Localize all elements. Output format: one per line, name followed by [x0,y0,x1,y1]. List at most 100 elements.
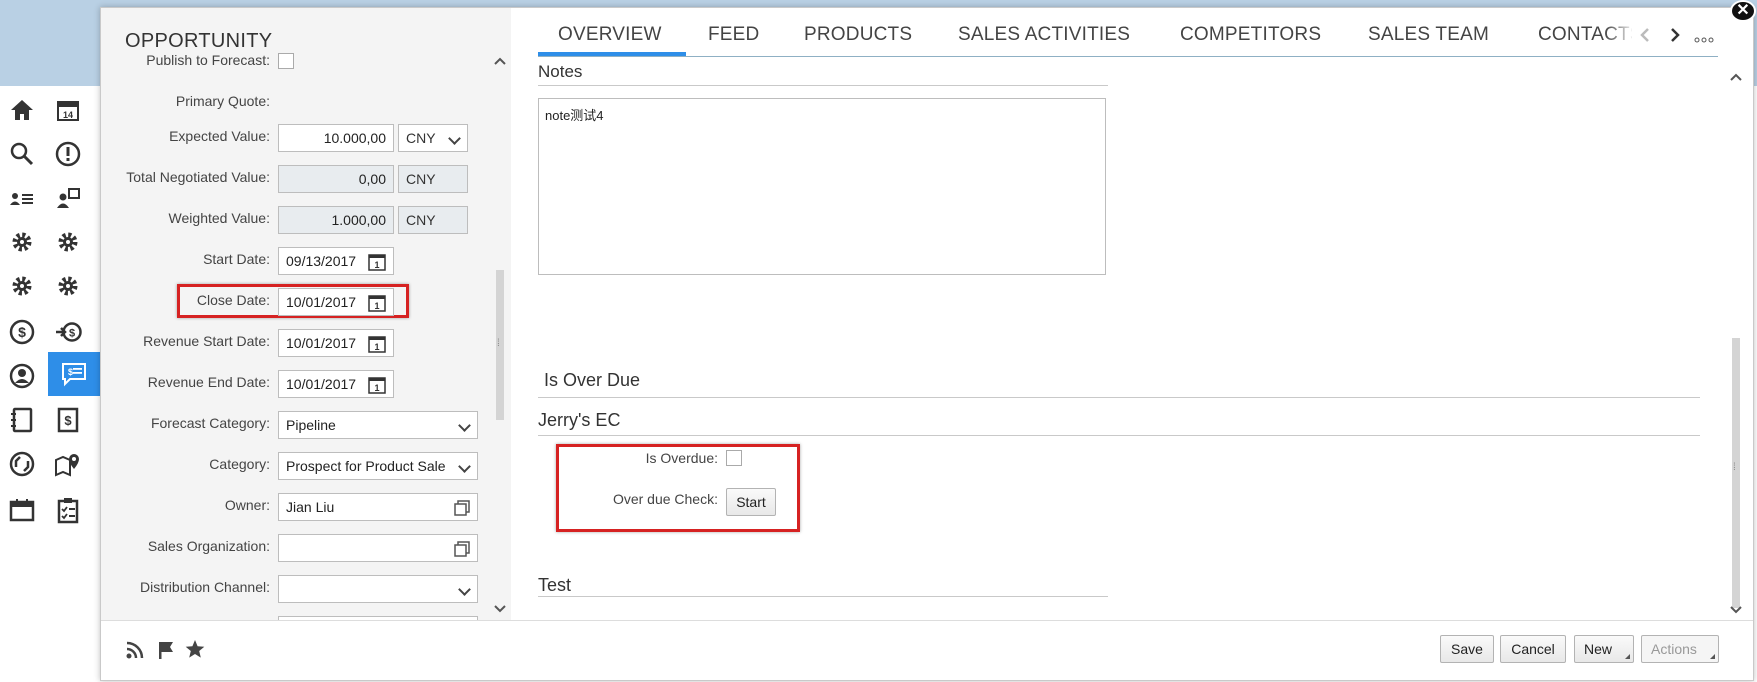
publish-to-forecast-label: Publish to Forecast: [146,52,270,68]
is-over-due-divider [538,397,1700,398]
jerrys-ec-section-title: Jerry's EC [538,410,621,430]
gear-icon[interactable] [2,222,42,262]
total-negotiated-value-currency: CNY [398,165,468,193]
calendar-icon[interactable]: 14 [48,90,88,130]
over-due-check-label: Over due Check: [612,491,718,507]
menu-corner-icon [1625,654,1630,659]
category-select[interactable]: Prospect for Product Sale [278,452,478,480]
close-date-input[interactable]: 10/01/2017 1 [278,288,394,316]
tab-sales-team[interactable]: SALES TEAM [1368,24,1489,46]
scrollbar-grip-icon: ⁞ [497,338,500,349]
tab-competitors[interactable]: COMPETITORS [1180,24,1321,46]
tab-overview[interactable]: OVERVIEW [558,24,662,46]
transfer-dollar-icon[interactable]: $ [48,312,88,352]
star-icon[interactable] [184,638,206,660]
close-date-value: 10/01/2017 [286,294,357,310]
distribution-channel-select[interactable] [278,575,478,603]
home-icon[interactable] [2,90,42,130]
accounts-icon[interactable] [48,178,88,218]
scroll-up-icon[interactable] [493,56,507,66]
expected-value-label: Expected Value: [169,128,270,144]
publish-to-forecast-checkbox[interactable] [278,53,294,69]
expected-value-input[interactable]: 10.000,00 [278,124,394,152]
tab-products[interactable]: PRODUCTS [804,24,912,46]
gear-icon[interactable] [2,266,42,306]
active-tab-indicator [538,52,686,56]
left-navigation-bar: 14 $ $ $ $ [0,86,100,682]
chevron-down-icon [458,583,471,596]
actions-button-label: Actions [1651,641,1697,657]
category-label: Category: [209,456,270,472]
owner-value: Jian Liu [286,499,335,515]
chevron-down-icon [448,132,461,145]
weighted-value-field: 1.000,00 [278,206,394,234]
notebook-icon[interactable] [2,400,42,440]
owner-label: Owner: [224,497,270,513]
owner-input[interactable]: Jian Liu [278,493,478,521]
dollar-icon[interactable]: $ [2,312,42,352]
lookup-icon[interactable] [453,499,471,517]
forecast-category-value: Pipeline [286,417,336,433]
revenue-end-date-input[interactable]: 10/01/2017 1 [278,370,394,398]
tab-overflow-fade [1605,20,1635,54]
currency-value: CNY [406,130,436,146]
actions-button[interactable]: Actions [1641,635,1719,663]
scroll-up-icon[interactable] [1729,72,1743,82]
calendar-plain-icon[interactable] [2,490,42,530]
cycle-icon[interactable] [2,444,42,484]
total-negotiated-value-label: Total Negotiated Value: [126,169,270,185]
calendar-picker-icon[interactable]: 1 [367,293,387,313]
chevron-down-icon [458,419,471,432]
person-icon[interactable] [2,356,42,396]
scrollbar-grip-icon: ⁞ [1733,462,1736,473]
revenue-start-date-input[interactable]: 10/01/2017 1 [278,329,394,357]
close-icon[interactable]: ✕ [1730,0,1756,22]
svg-text:$: $ [64,413,72,428]
forecast-category-label: Forecast Category: [150,415,270,431]
revenue-end-date-label: Revenue End Date: [147,374,270,390]
cancel-button[interactable]: Cancel [1500,635,1566,663]
jerrys-ec-divider [538,435,1700,436]
chevron-right-icon[interactable] [1668,26,1682,44]
notes-title-clip: Notes [538,57,1108,83]
gear-icon[interactable] [48,222,88,262]
sales-organization-input[interactable] [278,534,478,562]
gear-icon[interactable] [48,266,88,306]
map-pin-icon[interactable] [48,444,88,484]
calendar-picker-icon[interactable]: 1 [367,375,387,395]
rss-feed-icon[interactable] [124,639,146,661]
start-button[interactable]: Start [726,488,776,516]
notes-textarea[interactable]: note测试4 [538,98,1106,275]
more-icon[interactable] [1694,36,1714,44]
contacts-list-icon[interactable] [2,178,42,218]
alert-icon[interactable] [48,134,88,174]
svg-text:14: 14 [63,110,73,120]
start-date-value: 09/13/2017 [286,253,357,269]
flag-icon[interactable] [155,639,177,661]
revenue-start-date-label: Revenue Start Date: [143,333,270,349]
chevron-down-icon [458,460,471,473]
search-icon[interactable] [2,134,42,174]
invoice-icon[interactable]: $ [48,400,88,440]
lookup-icon[interactable] [453,540,471,558]
svg-text:$: $ [69,328,75,340]
save-button[interactable]: Save [1440,635,1494,663]
is-overdue-label: Is Overdue: [645,450,718,466]
calendar-picker-icon[interactable]: 1 [367,252,387,272]
chevron-left-icon[interactable] [1638,26,1652,44]
start-date-input[interactable]: 09/13/2017 1 [278,247,394,275]
tab-feed[interactable]: FEED [708,24,759,46]
tab-sales-activities[interactable]: SALES ACTIVITIES [958,24,1130,46]
primary-quote-label: Primary Quote: [175,93,270,109]
scroll-down-icon[interactable] [493,604,507,614]
category-value: Prospect for Product Sale [286,458,446,474]
forecast-category-select[interactable]: Pipeline [278,411,478,439]
calendar-picker-icon[interactable]: 1 [367,334,387,354]
is-overdue-checkbox[interactable] [726,450,742,466]
new-button[interactable]: New [1574,635,1634,663]
scroll-down-icon[interactable] [1729,605,1743,615]
clipboard-icon[interactable] [48,490,88,530]
expected-value-currency-select[interactable]: CNY [398,124,468,152]
quote-icon[interactable]: $ [48,352,100,396]
right-panel-scrollbar[interactable] [1732,338,1740,608]
